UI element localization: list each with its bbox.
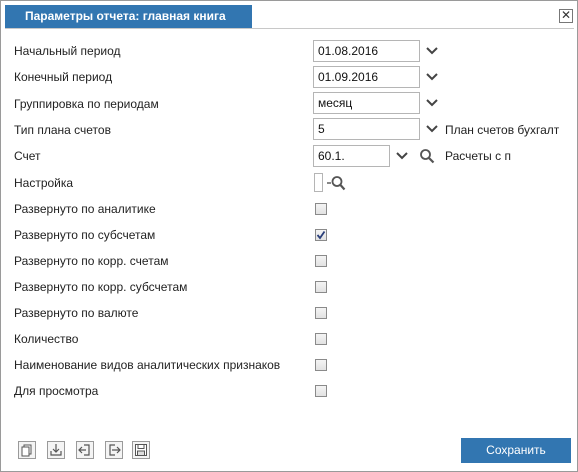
grouping-dropdown-chevron-down-icon[interactable] xyxy=(425,96,439,110)
settings-search-icon[interactable] xyxy=(326,174,346,192)
checkbox-label: Количество xyxy=(14,332,79,346)
for-view-checkbox[interactable] xyxy=(315,385,327,397)
expand-corr-subaccounts-checkbox[interactable] xyxy=(315,281,327,293)
checkbox-label: Развернуто по аналитике xyxy=(14,202,156,216)
plan-type-label: Тип плана счетов xyxy=(14,123,111,137)
settings-label: Настройка xyxy=(14,176,74,190)
title-divider xyxy=(5,28,574,29)
expand-subaccounts-checkbox[interactable] xyxy=(315,229,327,241)
account-label: Счет xyxy=(14,149,41,163)
dialog-title: Параметры отчета: главная книга xyxy=(5,5,252,28)
close-button[interactable]: ✕ xyxy=(559,9,573,23)
back-icon[interactable] xyxy=(76,441,94,459)
checkbox-label: Развернуто по валюте xyxy=(14,306,139,320)
start-period-dropdown-chevron-down-icon[interactable] xyxy=(425,44,439,58)
end-period-dropdown-chevron-down-icon[interactable] xyxy=(425,70,439,84)
save-disk-icon[interactable] xyxy=(132,441,150,459)
account-dropdown-chevron-down-icon[interactable] xyxy=(395,149,409,163)
start-period-field[interactable]: 01.08.2016 xyxy=(313,40,420,62)
checkbox-label: Для просмотра xyxy=(14,384,99,398)
analytic-names-checkbox[interactable] xyxy=(315,359,327,371)
copy-icon[interactable] xyxy=(18,441,36,459)
settings-field[interactable] xyxy=(314,173,323,192)
plan-type-dropdown-chevron-down-icon[interactable] xyxy=(425,122,439,136)
account-name: Расчеты с п xyxy=(445,149,511,163)
account-search-icon[interactable] xyxy=(419,148,435,164)
start-period-label: Начальный период xyxy=(14,44,121,58)
end-period-field[interactable]: 01.09.2016 xyxy=(313,66,420,88)
checkbox-label: Развернуто по корр. счетам xyxy=(14,254,169,268)
report-parameters-dialog: Параметры отчета: главная книга ✕ Началь… xyxy=(0,0,578,472)
expand-corr-accounts-checkbox[interactable] xyxy=(315,255,327,267)
grouping-label: Группировка по периодам xyxy=(14,97,159,111)
import-icon[interactable] xyxy=(47,441,65,459)
quantity-checkbox[interactable] xyxy=(315,333,327,345)
checkbox-label: Развернуто по субсчетам xyxy=(14,228,156,242)
expand-currency-checkbox[interactable] xyxy=(315,307,327,319)
account-field[interactable]: 60.1. xyxy=(313,145,390,167)
expand-analytics-checkbox[interactable] xyxy=(315,203,327,215)
save-button[interactable]: Сохранить xyxy=(461,438,571,463)
export-icon[interactable] xyxy=(105,441,123,459)
plan-type-name: План счетов бухгалт xyxy=(445,123,560,137)
checkbox-label: Наименование видов аналитических признак… xyxy=(14,358,281,372)
checkbox-label: Развернуто по корр. субсчетам xyxy=(14,280,188,294)
plan-type-field[interactable]: 5 xyxy=(313,118,420,140)
grouping-field[interactable]: месяц xyxy=(313,92,420,114)
end-period-label: Конечный период xyxy=(14,70,113,84)
